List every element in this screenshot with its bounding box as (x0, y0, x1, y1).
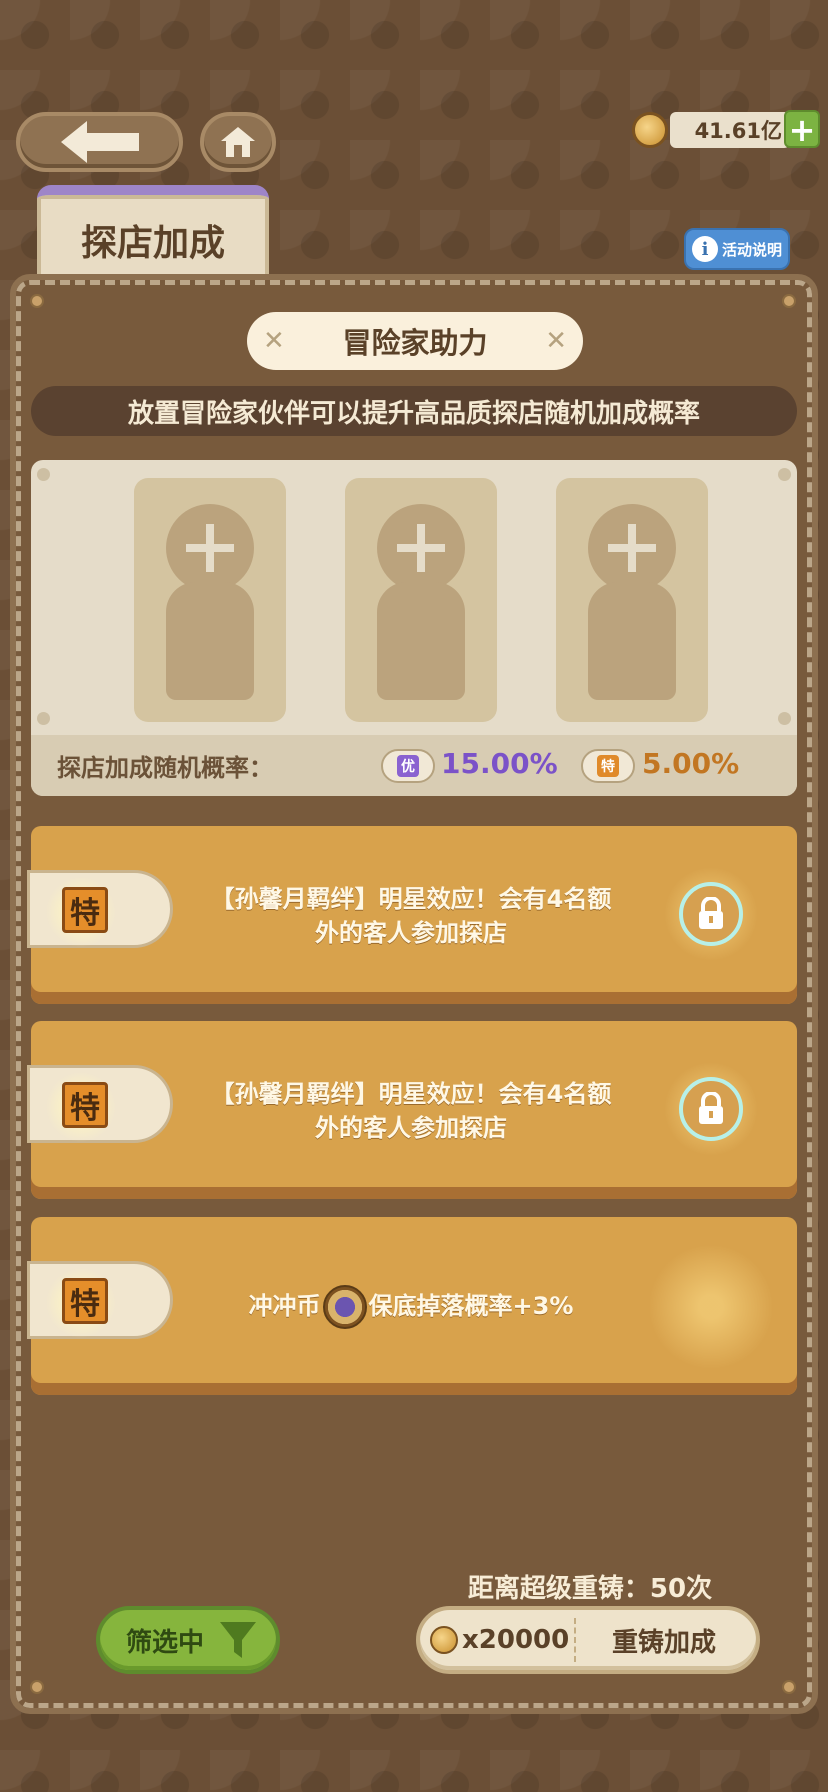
tier-badge: 特 (27, 1062, 173, 1152)
description-banner: 放置冒险家伙伴可以提升高品质探店随机加成概率 (31, 386, 797, 436)
decor-cross-icon: ✕ (263, 326, 285, 356)
rate-special-value: 5.00% (642, 747, 740, 780)
rate-excellent-value: 15.00% (441, 747, 558, 780)
tab-shop-bonus[interactable]: 探店加成 (37, 185, 269, 285)
reforge-button[interactable]: x20000 重铸加成 (416, 1606, 760, 1674)
tier-badge: 特 (27, 867, 173, 957)
panel-rivet (782, 294, 796, 308)
home-button[interactable] (200, 112, 276, 172)
tier-special-badge: 特 (581, 749, 635, 783)
arrow-left-icon (60, 121, 139, 163)
panel-rivet (782, 1680, 796, 1694)
bonus-card-2[interactable]: 特 【孙馨月羁绊】明星效应！会有4名额 外的客人参加探店 (27, 1021, 797, 1199)
bonus-description: 冲冲币 保底掉落概率+3% (181, 1257, 641, 1357)
filter-label: 筛选中 (126, 1627, 205, 1658)
adventurer-slot-3[interactable] (556, 478, 708, 722)
panel-rivet (30, 294, 44, 308)
super-reforge-counter: 距离超级重铸：50次 (467, 1574, 713, 1604)
rate-label: 探店加成随机概率： (57, 754, 273, 782)
add-currency-button[interactable]: + (784, 110, 820, 148)
sparkle-icon (631, 1227, 791, 1387)
filter-button[interactable]: 筛选中 (96, 1606, 280, 1674)
section-title: ✕ 冒险家助力 ✕ (247, 312, 583, 370)
add-adventurer-icon (588, 504, 676, 592)
bonus-card-3[interactable]: 特 冲冲币 保底掉落概率+3% (27, 1217, 797, 1395)
adventurer-slot-1[interactable] (134, 478, 286, 722)
add-adventurer-icon (166, 504, 254, 592)
currency-display: 41.61亿 + (632, 110, 820, 150)
adventurer-slots-card: 探店加成随机概率： 优 15.00% 特 5.00% (31, 460, 797, 796)
coin-icon (632, 112, 668, 148)
home-icon (221, 127, 255, 157)
back-button[interactable] (16, 112, 183, 172)
currency-amount: 41.61亿 (670, 112, 790, 148)
filter-icon (220, 1622, 256, 1658)
lock-icon[interactable] (679, 882, 743, 946)
decor-cross-icon: ✕ (545, 326, 567, 356)
lock-icon[interactable] (679, 1077, 743, 1141)
coin-icon (430, 1626, 458, 1654)
bonus-card-1[interactable]: 特 【孙馨月羁绊】明星效应！会有4名额 外的客人参加探店 (27, 826, 797, 1004)
rate-bar: 探店加成随机概率： 优 15.00% 特 5.00% (31, 735, 797, 796)
activity-help-button[interactable]: i 活动说明 (684, 228, 790, 270)
reforge-cost: x20000 (430, 1618, 576, 1662)
tier-badge: 特 (27, 1258, 173, 1348)
info-icon: i (692, 236, 718, 262)
chongchong-coin-icon (322, 1285, 367, 1329)
bonus-description: 【孙馨月羁绊】明星效应！会有4名额 外的客人参加探店 (210, 885, 612, 947)
add-adventurer-icon (377, 504, 465, 592)
reforge-label: 重铸加成 (611, 1627, 716, 1658)
tier-excellent-badge: 优 (381, 749, 435, 783)
reforge-cost-value: x20000 (462, 1625, 570, 1655)
panel-rivet (30, 1680, 44, 1694)
activity-help-label: 活动说明 (722, 240, 783, 259)
adventurer-slot-2[interactable] (345, 478, 497, 722)
bonus-description: 【孙馨月羁绊】明星效应！会有4名额 外的客人参加探店 (210, 1080, 612, 1142)
section-title-label: 冒险家助力 (342, 326, 488, 360)
